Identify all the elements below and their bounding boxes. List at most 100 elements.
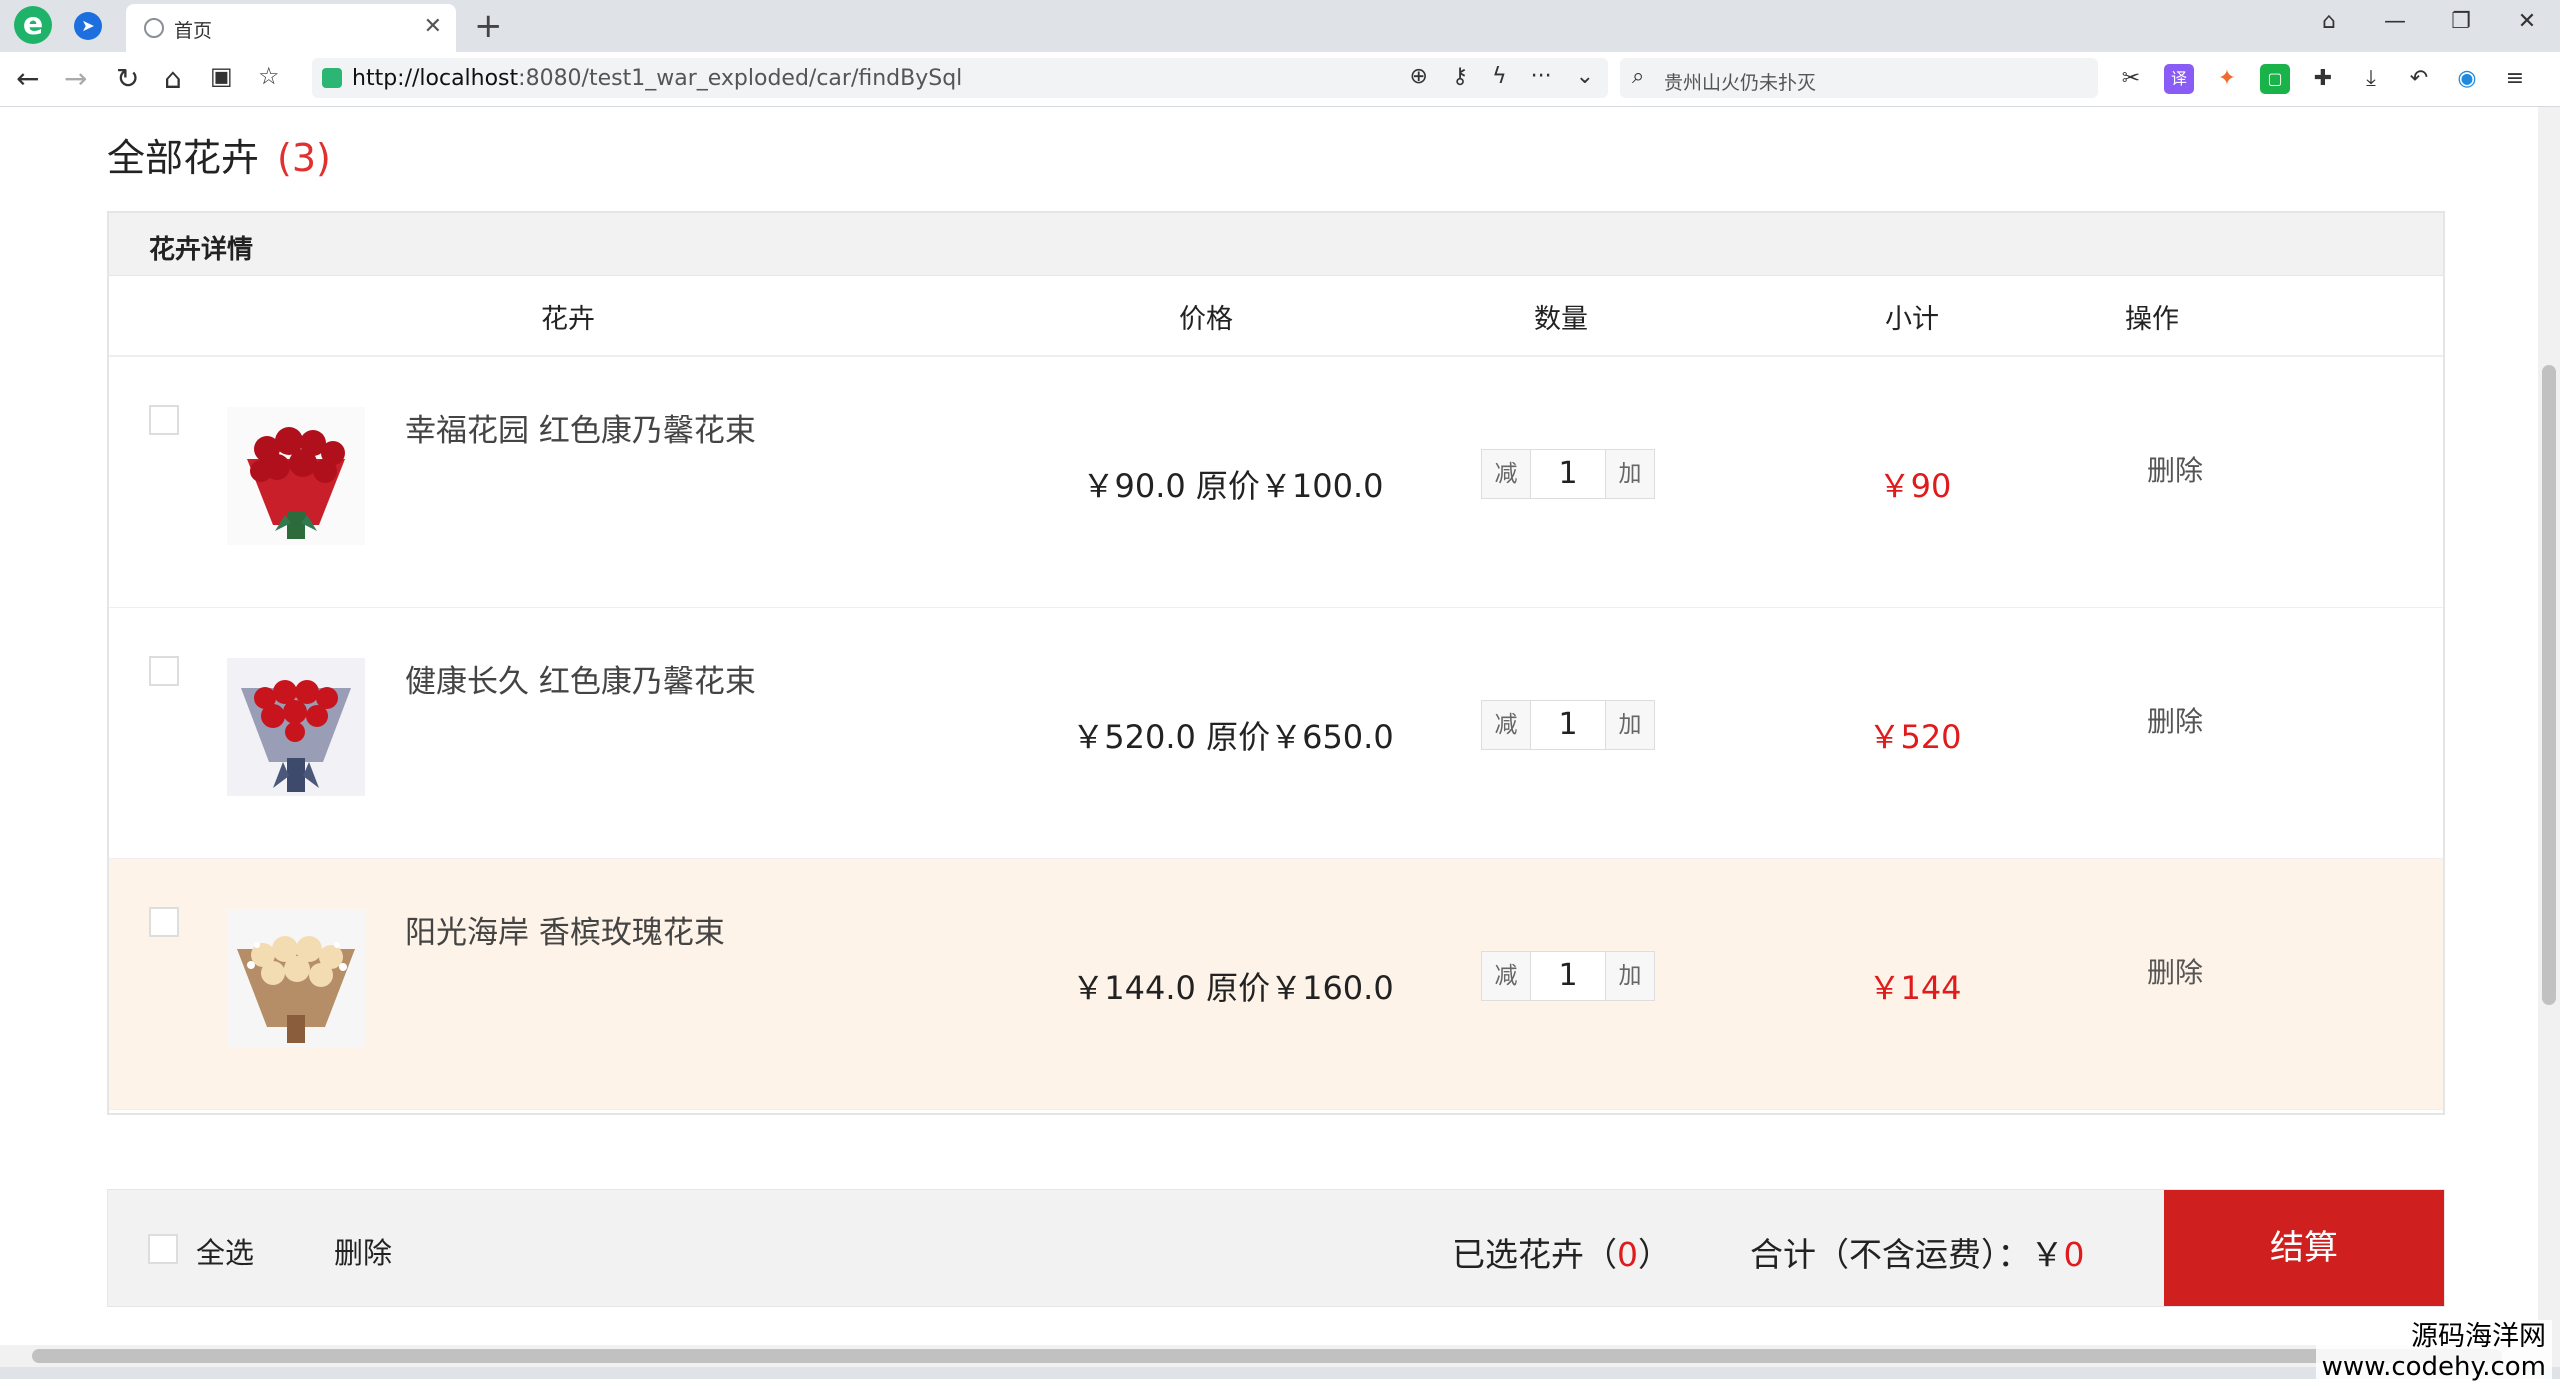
table-row: 健康长久 红色康乃馨花束 ￥520.0 原价￥650.0 减 1 加 ￥520 … <box>109 608 2443 859</box>
select-all-checkbox[interactable] <box>148 1234 178 1264</box>
vertical-scrollbar[interactable] <box>2538 107 2560 1345</box>
col-price: 价格 <box>1179 304 1233 335</box>
item-checkbox[interactable] <box>149 907 179 937</box>
zoom-icon[interactable]: ⊕ <box>1410 64 1428 89</box>
selected-prefix: 已选花卉（ <box>1452 1235 1617 1274</box>
product-price: ￥520.0 原价￥650.0 <box>1072 718 1394 756</box>
address-toolbar: ← → ↻ ⌂ ▣ ☆ http://localhost:8080/test1_… <box>0 52 2560 107</box>
decrease-button[interactable]: 减 <box>1482 701 1530 749</box>
item-checkbox[interactable] <box>149 405 179 435</box>
item-subtotal: ￥144 <box>1868 969 1962 1007</box>
tshirt-icon[interactable]: ⌂ <box>2296 0 2362 44</box>
undo-icon[interactable]: ↶ <box>2404 64 2434 94</box>
watermark-line1: 源码海洋网 <box>2411 1321 2546 1352</box>
total-value: 0 <box>2063 1235 2085 1274</box>
total-amount: 合计（不含运费）：￥0 <box>1750 1228 2085 1276</box>
browser-logo-icon[interactable]: e <box>14 6 52 44</box>
globe-icon <box>144 18 164 38</box>
cart-table: 花卉详情 花卉 价格 数量 小计 操作 幸福花园 红色康乃馨花束 ￥90.0 原… <box>107 211 2445 1115</box>
extension-icon[interactable]: ➤ <box>74 12 102 40</box>
selected-suffix: ） <box>1638 1235 1671 1274</box>
product-image[interactable] <box>227 407 365 545</box>
briefcase-icon[interactable]: ▣ <box>210 62 233 90</box>
quantity-input[interactable]: 1 <box>1530 450 1606 498</box>
selected-count-value: 0 <box>1617 1235 1638 1274</box>
close-window-button[interactable]: ✕ <box>2494 0 2560 44</box>
col-subtotal: 小计 <box>1885 304 1939 335</box>
column-headers: 花卉 价格 数量 小计 操作 <box>109 275 2443 357</box>
page-title-text: 全部花卉 <box>107 136 260 180</box>
game-icon[interactable]: ✦ <box>2212 64 2242 94</box>
status-strip <box>0 1367 2560 1379</box>
item-checkbox[interactable] <box>149 656 179 686</box>
delete-selected-link[interactable]: 删除 <box>334 1230 392 1272</box>
minimize-button[interactable]: — <box>2362 0 2428 44</box>
quantity-input[interactable]: 1 <box>1530 952 1606 1000</box>
col-action: 操作 <box>2125 304 2179 335</box>
item-count: (3) <box>277 136 331 180</box>
table-row: 幸福花园 红色康乃馨花束 ￥90.0 原价￥100.0 减 1 加 ￥90 删除 <box>109 357 2443 608</box>
chevron-down-icon[interactable]: ⌄ <box>1576 64 1594 89</box>
restore-button[interactable]: ❐ <box>2428 0 2494 44</box>
increase-button[interactable]: 加 <box>1606 450 1654 498</box>
more-icon[interactable]: ··· <box>1531 64 1552 89</box>
url-bar[interactable]: http://localhost:8080/test1_war_exploded… <box>312 58 1608 98</box>
download-icon[interactable]: ⤓ <box>2356 64 2386 94</box>
checkout-button[interactable]: 结算 <box>2164 1190 2444 1306</box>
page-title: 全部花卉 (3) <box>107 127 331 182</box>
product-name[interactable]: 阳光海岸 香槟玫瑰花束 <box>405 907 725 952</box>
url-host: http://localhost <box>352 66 519 91</box>
horizontal-scrollbar[interactable] <box>0 1345 2560 1367</box>
selected-count: 已选花卉（0） <box>1452 1228 1671 1276</box>
back-icon[interactable]: ← <box>16 62 39 95</box>
quantity-stepper: 减 1 加 <box>1481 951 1655 1001</box>
window-controls: ⌂ — ❐ ✕ <box>2296 0 2560 44</box>
delete-item-link[interactable]: 删除 <box>2147 449 2203 489</box>
translate-icon[interactable]: 译 <box>2164 64 2194 94</box>
edge-icon[interactable]: ◉ <box>2452 64 2482 94</box>
select-all-label[interactable]: 全选 <box>196 1230 254 1272</box>
secure-shield-icon <box>322 68 342 88</box>
green-extension-icon[interactable]: ▢ <box>2260 64 2290 94</box>
home-icon[interactable]: ⌂ <box>164 62 182 95</box>
url-text[interactable]: http://localhost:8080/test1_war_exploded… <box>352 66 962 91</box>
product-name[interactable]: 健康长久 红色康乃馨花束 <box>405 656 756 701</box>
horizontal-scroll-thumb[interactable] <box>32 1349 2502 1363</box>
tab-home[interactable]: 首页 ✕ <box>126 4 456 52</box>
delete-item-link[interactable]: 删除 <box>2147 700 2203 740</box>
forward-icon[interactable]: → <box>64 62 87 95</box>
delete-item-link[interactable]: 删除 <box>2147 951 2203 991</box>
tab-title: 首页 <box>174 20 213 42</box>
detail-title: 花卉详情 <box>149 235 254 265</box>
lightning-icon[interactable]: ϟ <box>1492 64 1507 89</box>
cart-detail-header: 花卉详情 <box>109 213 2443 276</box>
reload-icon[interactable]: ↻ <box>116 62 139 95</box>
menu-icon[interactable]: ≡ <box>2500 64 2530 94</box>
quantity-input[interactable]: 1 <box>1530 701 1606 749</box>
quantity-stepper: 减 1 加 <box>1481 449 1655 499</box>
product-price: ￥144.0 原价￥160.0 <box>1072 969 1394 1007</box>
decrease-button[interactable]: 减 <box>1482 952 1530 1000</box>
col-flower: 花卉 <box>541 304 595 335</box>
scissors-icon[interactable]: ✂ <box>2116 64 2146 94</box>
key-icon[interactable]: ⚷ <box>1452 64 1468 89</box>
product-image[interactable] <box>227 658 365 796</box>
tab-close-icon[interactable]: ✕ <box>424 14 442 39</box>
product-price: ￥90.0 原价￥100.0 <box>1082 467 1384 505</box>
vertical-scroll-thumb[interactable] <box>2542 365 2556 1005</box>
search-box[interactable]: ⌕ 贵州山火仍未扑灭 <box>1620 58 2098 98</box>
item-subtotal: ￥520 <box>1868 718 1962 756</box>
total-label: 合计（不含运费）：￥ <box>1750 1235 2064 1274</box>
increase-button[interactable]: 加 <box>1606 701 1654 749</box>
table-row: 阳光海岸 香槟玫瑰花束 ￥144.0 原价￥160.0 减 1 加 ￥144 删… <box>109 859 2443 1110</box>
puzzle-icon[interactable]: ✚ <box>2308 64 2338 94</box>
decrease-button[interactable]: 减 <box>1482 450 1530 498</box>
increase-button[interactable]: 加 <box>1606 952 1654 1000</box>
search-input[interactable]: 贵州山火仍未扑灭 <box>1664 68 1816 95</box>
url-actions: ⊕ ⚷ ϟ ··· ⌄ <box>1410 64 1595 89</box>
favorites-icon[interactable]: ☆ <box>258 62 280 90</box>
extension-toolbar: ✂ 译 ✦ ▢ ✚ ⤓ ↶ ◉ ≡ <box>2116 64 2530 94</box>
product-name[interactable]: 幸福花园 红色康乃馨花束 <box>405 405 756 450</box>
product-image[interactable] <box>227 909 365 1047</box>
new-tab-button[interactable]: + <box>474 6 503 46</box>
